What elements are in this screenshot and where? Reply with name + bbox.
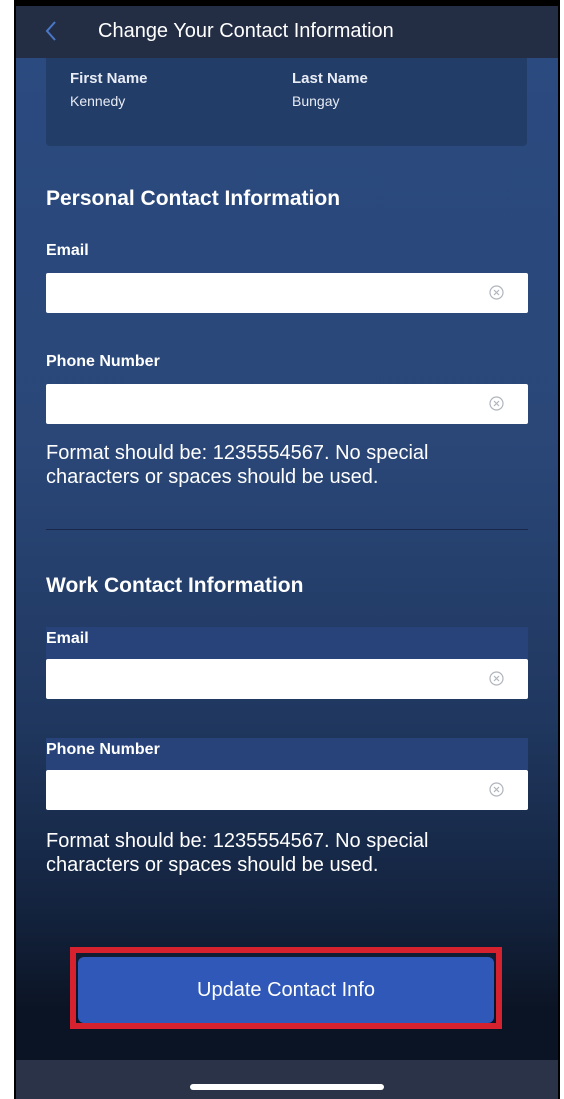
work-phone-format-hint: Format should be: 1235554567. No special… [46, 830, 429, 876]
personal-email-label: Email [46, 242, 89, 259]
update-contact-info-button[interactable]: Update Contact Info [78, 957, 494, 1023]
personal-email-field-container [46, 273, 528, 313]
personal-email-input[interactable] [46, 273, 496, 311]
name-card: First Name Kennedy Last Name Bungay [46, 52, 527, 146]
personal-phone-format-hint: Format should be: 1235554567. No special… [46, 442, 429, 488]
clear-icon[interactable] [489, 671, 504, 686]
clear-icon[interactable] [489, 782, 504, 797]
page-title: Change Your Contact Information [98, 20, 394, 42]
work-email-label: Email [46, 630, 89, 647]
work-email-label-band [46, 627, 528, 659]
work-phone-label: Phone Number [46, 741, 160, 758]
first-name-group: First Name Kennedy [70, 70, 148, 109]
first-name-label: First Name [70, 70, 148, 87]
section-divider [46, 529, 528, 530]
work-section-title: Work Contact Information [46, 574, 304, 597]
chevron-left-icon[interactable] [44, 20, 64, 44]
work-phone-input[interactable] [46, 770, 496, 808]
work-email-field-container [46, 659, 528, 699]
screen-border-top [14, 0, 560, 6]
work-phone-field-container [46, 770, 528, 810]
bottom-bar [16, 1060, 558, 1099]
clear-icon[interactable] [489, 396, 504, 411]
personal-phone-label: Phone Number [46, 353, 160, 370]
nav-header: Change Your Contact Information [16, 6, 558, 58]
clear-icon[interactable] [489, 285, 504, 300]
personal-section-title: Personal Contact Information [46, 187, 341, 210]
work-email-input[interactable] [46, 659, 496, 697]
first-name-value: Kennedy [70, 93, 126, 109]
home-indicator[interactable] [190, 1084, 384, 1090]
app-screen: Change Your Contact Information First Na… [16, 0, 558, 1099]
last-name-value: Bungay [292, 93, 340, 109]
personal-phone-field-container [46, 384, 528, 424]
personal-phone-input[interactable] [46, 384, 496, 422]
last-name-group: Last Name Bungay [292, 70, 368, 109]
last-name-label: Last Name [292, 70, 368, 87]
